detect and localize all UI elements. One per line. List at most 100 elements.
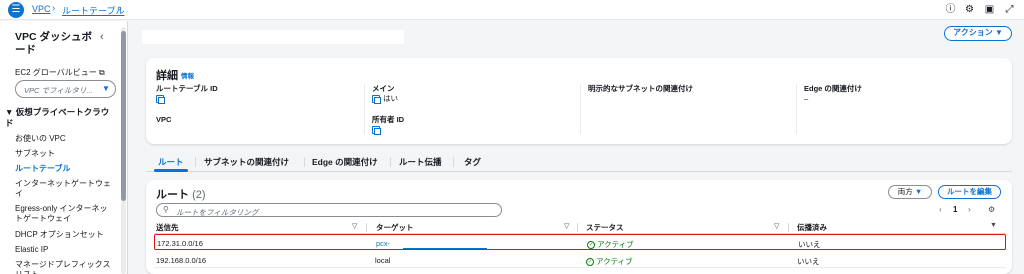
owner-id-field: 所有者 ID [372,115,572,136]
tab-separator [304,157,305,167]
target-link-underline [403,248,487,249]
tab-route-propagation[interactable]: ルート伝播 [399,156,442,168]
check-circle-icon: ✓ [587,241,595,250]
both-label: 両方 [897,187,913,196]
column-header-target[interactable]: ターゲット [376,222,414,233]
main-label: メイン [372,84,395,93]
vpc-label: VPC [156,115,172,124]
fullscreen-icon[interactable]: ⤢ [1003,3,1016,16]
explicit-subnet-label: 明示的なサブネットの関連付け [588,84,693,93]
sidebar-item-internet-gateways[interactable]: インターネットゲートウェイ [15,179,115,199]
search-icon: ⚲ [163,205,169,214]
sidebar: VPC ダッシュボード ‹ EC2 グローバルビュー ⧉ VPC でフィルタリ.… [0,21,128,274]
routes-title-text: ルート [156,189,189,201]
divider [796,84,797,134]
copy-icon[interactable] [156,95,165,105]
column-header-propagated[interactable]: 伝播済み [797,222,827,233]
route-table-id-field: ルートテーブル ID [156,84,356,105]
column-separator [366,223,367,232]
sort-caret-icon[interactable]: ▼ [990,222,997,229]
vpc-filter-select[interactable]: VPC でフィルタリ... ▼ [15,80,116,98]
column-separator [788,223,789,232]
details-panel: 詳細 情報 ルートテーブル ID VPC メイン はい 所有者 ID 明示的なサ… [146,58,1012,144]
tab-edge-associations[interactable]: Edge の関連付け [312,156,378,168]
edge-assoc-label: Edge の関連付け [804,84,862,93]
vpc-field: VPC [156,115,356,125]
chevron-right-icon: › [118,3,122,14]
prev-page-icon[interactable]: ‹ [939,205,942,214]
routes-title: ルート (2) [156,186,206,202]
feedback-icon[interactable]: ▣ [983,3,996,16]
copy-icon[interactable] [372,95,381,105]
menu-icon[interactable]: ☰ [8,2,24,18]
propagated-cell: いいえ [798,240,821,249]
status-text: アクティブ [596,257,633,266]
actions-button[interactable]: アクション ▼ [944,26,1012,41]
breadcrumb-route-tables[interactable]: ルートテーブル [62,4,124,17]
sidebar-section-vpc[interactable]: ▼ 仮想プライベートクラウド [5,107,117,129]
sidebar-title[interactable]: VPC ダッシュボード [15,31,95,57]
routes-panel: ルート (2) 両方 ▼ ルートを編集 ⚲ ルートをフィルタリング ‹ 1 › … [146,180,1012,274]
tab-tags[interactable]: タグ [464,156,481,168]
column-header-status[interactable]: ステータス [586,222,624,233]
target-cell: local [375,256,391,265]
sidebar-item-label: EC2 グローバルビュー [15,68,97,77]
sidebar-item-elastic-ip[interactable]: Elastic IP [15,245,115,255]
external-link-icon: ⧉ [98,68,105,77]
active-tab-indicator [154,169,188,172]
owner-id-label: 所有者 ID [372,115,405,124]
sidebar-item-subnets[interactable]: サブネット [15,149,115,159]
info-link[interactable]: 情報 [181,70,194,80]
page-number[interactable]: 1 [953,205,957,214]
sidebar-item-egress-only-igw[interactable]: Egress-only インターネットゲートウェイ [15,204,115,224]
redacted-page-title [142,30,404,44]
sidebar-item-managed-prefix-lists[interactable]: マネージドプレフィックスリスト [15,260,115,274]
next-page-icon[interactable]: › [968,205,971,214]
table-header: 送信先 ▽ ターゲット ▽ ステータス ▽ 伝播済み ▼ [154,222,1006,234]
edge-assoc-field: Edge の関連付け – [804,84,1004,104]
edit-routes-button[interactable]: ルートを編集 [938,185,1001,199]
divider [364,84,365,134]
tab-subnet-associations[interactable]: サブネットの関連付け [204,156,289,168]
divider [580,84,581,134]
top-bar: ☰ VPC › ルートテーブル › ⓘ ⚙ ▣ ⤢ [0,0,1024,20]
routes-count: (2) [192,189,206,201]
settings-icon[interactable]: ⚙ [963,3,976,16]
info-icon[interactable]: ⓘ [944,3,957,16]
sidebar-item-dhcp-options[interactable]: DHCP オプションセット [15,230,115,240]
actions-label: アクション [953,28,993,37]
edge-assoc-value: – [804,94,809,103]
breadcrumb-vpc[interactable]: VPC [32,4,51,14]
table-row[interactable]: 172.31.0.0/16 pcx- ✓ アクティブ いいえ [154,234,1006,250]
both-select[interactable]: 両方 ▼ [888,185,932,199]
route-table-id-label: ルートテーブル ID [156,84,218,93]
route-filter-placeholder: ルートをフィルタリング [176,208,259,217]
sidebar-item-your-vpcs[interactable]: お使いの VPC [15,134,115,144]
copy-icon[interactable] [372,126,381,136]
sort-caret-icon[interactable]: ▽ [352,222,357,230]
explicit-subnet-field: 明示的なサブネットの関連付け [588,84,788,94]
tab-routes[interactable]: ルート [158,156,184,168]
check-circle-icon: ✓ [586,258,594,267]
route-filter-input[interactable]: ⚲ ルートをフィルタリング [156,203,502,217]
table-settings-icon[interactable]: ⚙ [988,205,995,214]
sort-caret-icon[interactable]: ▽ [774,222,779,230]
status-cell: ✓ アクティブ [587,239,634,250]
tab-separator [195,157,196,167]
sidebar-section-label: 仮想プライベートクラウド [5,107,110,128]
column-header-destination[interactable]: 送信先 [156,222,179,233]
tab-separator [390,157,391,167]
target-link[interactable]: pcx- [376,239,390,248]
table-row[interactable]: 192.168.0.0/16 local ✓ アクティブ いいえ [154,252,1006,268]
sidebar-item-ec2-global-view[interactable]: EC2 グローバルビュー ⧉ [15,68,115,78]
tab-bar: ルート サブネットの関連付け Edge の関連付け ルート伝播 タグ [146,152,1012,172]
destination-cell: 192.168.0.0/16 [156,256,207,265]
chevron-right-icon: › [52,3,56,14]
sort-caret-icon[interactable]: ▽ [564,222,569,230]
propagated-cell: いいえ [797,257,820,266]
status-cell: ✓ アクティブ [586,256,633,267]
collapse-icon[interactable]: ‹ [100,31,104,43]
sidebar-scrollbar-thumb[interactable] [121,31,126,201]
sidebar-item-route-tables[interactable]: ルートテーブル [15,164,115,174]
status-text: アクティブ [597,240,634,249]
